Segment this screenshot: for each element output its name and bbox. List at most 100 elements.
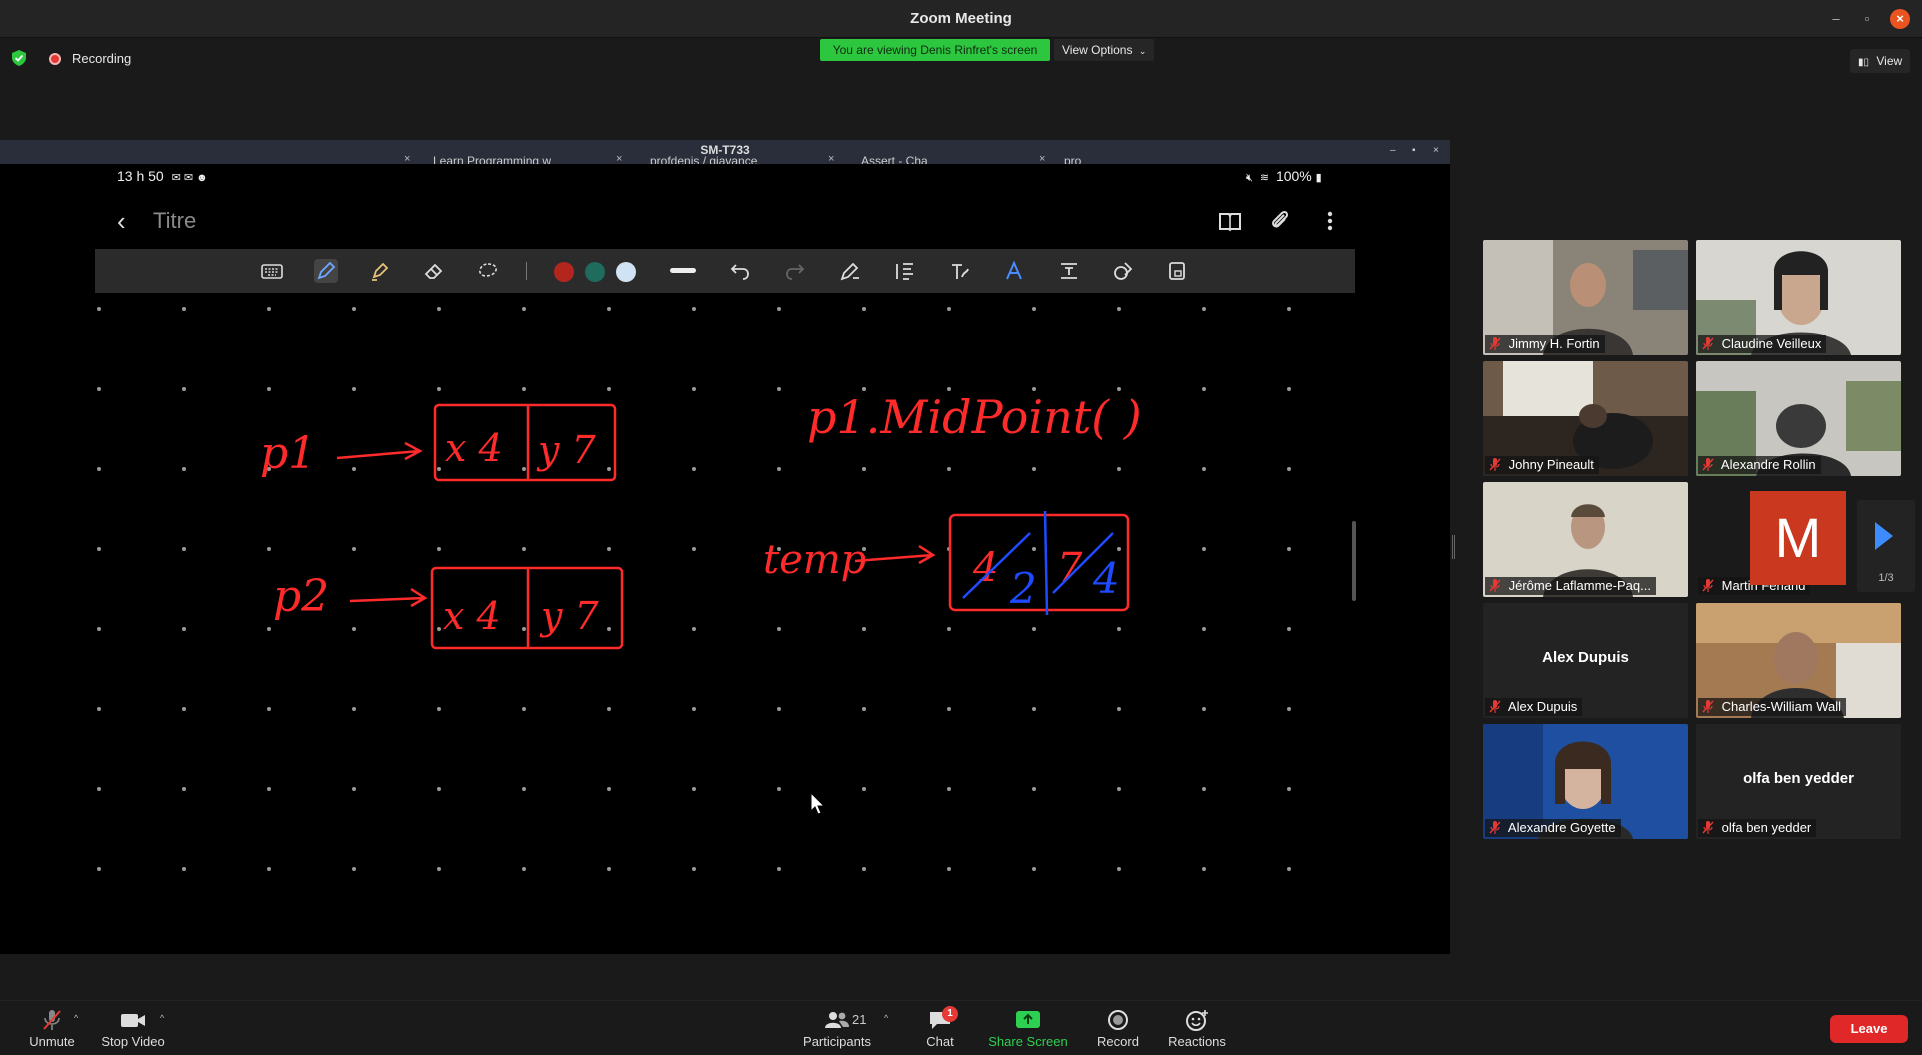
view-options-label: View Options (1062, 43, 1133, 57)
participant-tile[interactable]: Alex Dupuis Alex Dupuis (1483, 603, 1688, 718)
text-convert-icon[interactable] (948, 259, 972, 283)
participant-tile[interactable]: olfa ben yedder olfa ben yedder (1696, 724, 1901, 839)
undo-icon[interactable] (728, 259, 752, 283)
lock-page-icon[interactable] (1165, 259, 1189, 283)
shapes-icon[interactable] (1111, 259, 1135, 283)
participant-tile[interactable]: Johny Pineault (1483, 361, 1688, 476)
page-indicator: 1/3 (1878, 572, 1894, 584)
gallery-view-icon: ▮▯ (1858, 57, 1870, 68)
participant-tile[interactable]: Claudine Veilleux (1696, 240, 1901, 355)
view-options-button[interactable]: View Options ⌄ (1054, 39, 1155, 61)
grid-dot (522, 707, 526, 711)
record-button[interactable]: Record (1090, 1009, 1146, 1049)
participant-tile[interactable]: Jimmy H. Fortin (1483, 240, 1688, 355)
muted-mic-icon (1489, 579, 1501, 592)
grid-dot (607, 867, 611, 871)
grid-dot (522, 307, 526, 311)
grid-dot (522, 467, 526, 471)
grid-dot (692, 707, 696, 711)
participant-tile[interactable]: Alexandre Rollin (1696, 361, 1901, 476)
canvas-scrollbar[interactable] (1352, 521, 1356, 601)
note-canvas[interactable]: p1 x 4 y 7 p2 x 4 y 7 p1.MidPoint() tem… (95, 293, 1376, 954)
participants-count: 21 (852, 1012, 867, 1027)
p1-label: p1 (260, 428, 316, 479)
participant-display-name: Alex Dupuis (1542, 649, 1629, 666)
temp-label: temp (763, 537, 866, 583)
pen-color-light-blue[interactable] (616, 262, 636, 282)
pen-color-teal[interactable] (585, 262, 605, 282)
grid-dot (1032, 707, 1036, 711)
pen-toolbar (95, 249, 1355, 293)
grid-dot (352, 307, 356, 311)
video-options-caret-icon[interactable]: ^ (160, 1013, 164, 1023)
font-style-icon[interactable] (1002, 259, 1026, 283)
close-icon: × (1433, 145, 1439, 156)
pen-settings-icon[interactable] (838, 259, 862, 283)
view-button[interactable]: ▮▯ View (1850, 49, 1911, 73)
grid-dot (352, 707, 356, 711)
muted-mic-icon (1489, 458, 1501, 471)
redo-icon[interactable] (783, 259, 807, 283)
window-title: Zoom Meeting (910, 10, 1012, 27)
participant-tile[interactable]: Alexandre Goyette (1483, 724, 1688, 839)
book-icon[interactable] (1217, 208, 1243, 234)
text-box-icon[interactable] (1057, 259, 1081, 283)
leave-button[interactable]: Leave (1830, 1015, 1908, 1043)
muted-mic-icon (1489, 821, 1501, 834)
highlighter-icon[interactable] (368, 259, 392, 283)
grid-dot (692, 307, 696, 311)
attachment-icon[interactable] (1267, 208, 1293, 234)
recording-label[interactable]: Recording (72, 51, 131, 66)
share-screen-button[interactable]: Share Screen (986, 1009, 1070, 1049)
participant-name: Johny Pineault (1508, 457, 1594, 472)
more-options-icon[interactable] (1317, 208, 1343, 234)
record-icon (1108, 1010, 1128, 1030)
stop-video-label: Stop Video (101, 1034, 165, 1049)
maximize-icon[interactable]: ▫ (1858, 10, 1876, 28)
grid-dot (437, 307, 441, 311)
close-icon[interactable]: × (1890, 9, 1910, 29)
muted-mic-icon (1702, 700, 1714, 713)
grid-dot (1287, 387, 1291, 391)
audio-options-caret-icon[interactable]: ^ (74, 1013, 78, 1023)
grid-dot (947, 787, 951, 791)
grid-dot (947, 867, 951, 871)
shared-screen[interactable]: SM-T733 × Learn Programming w × profdeni… (0, 140, 1450, 954)
note-title[interactable]: Titre (153, 208, 196, 234)
keyboard-icon[interactable] (260, 259, 284, 283)
grid-dot (1202, 787, 1206, 791)
unmute-button[interactable]: Unmute (22, 1009, 82, 1049)
pen-icon[interactable] (314, 259, 338, 283)
lasso-icon[interactable] (476, 259, 500, 283)
minimize-icon[interactable]: – (1827, 10, 1845, 28)
recording-icon[interactable] (49, 53, 61, 65)
grid-dot (1287, 467, 1291, 471)
grid-dot (437, 387, 441, 391)
splitter-handle[interactable] (1452, 535, 1455, 559)
browser-tab: profdenis / giavance (650, 154, 758, 164)
chat-button[interactable]: Chat (912, 1009, 968, 1049)
eraser-icon[interactable] (422, 259, 446, 283)
pen-color-red[interactable] (554, 262, 574, 282)
muted-mic-icon (1489, 337, 1501, 350)
stop-video-button[interactable]: Stop Video (98, 1009, 168, 1049)
shield-icon[interactable] (12, 50, 26, 66)
muted-mic-icon (1702, 458, 1714, 471)
battery-icon: ▮ (1315, 172, 1322, 184)
reactions-button[interactable]: Reactions (1164, 1009, 1230, 1049)
participant-tile[interactable]: Jérôme Laflamme-Paq... (1483, 482, 1688, 597)
participants-options-caret-icon[interactable]: ^ (884, 1013, 888, 1023)
note-header: ‹ Titre (95, 200, 1355, 244)
grid-dot (777, 467, 781, 471)
align-icon[interactable] (893, 259, 917, 283)
participant-name: Alex Dupuis (1507, 699, 1578, 714)
participant-display-name: olfa ben yedder (1743, 770, 1854, 787)
participant-tile[interactable]: Charles-William Wall (1696, 603, 1901, 718)
grid-dot (182, 867, 186, 871)
grid-dot (352, 867, 356, 871)
back-chevron-icon[interactable]: ‹ (117, 206, 126, 237)
next-page-button[interactable]: 1/3 (1857, 500, 1915, 592)
grid-dot (607, 307, 611, 311)
grid-dot (97, 867, 101, 871)
stroke-width-icon[interactable] (670, 268, 696, 273)
